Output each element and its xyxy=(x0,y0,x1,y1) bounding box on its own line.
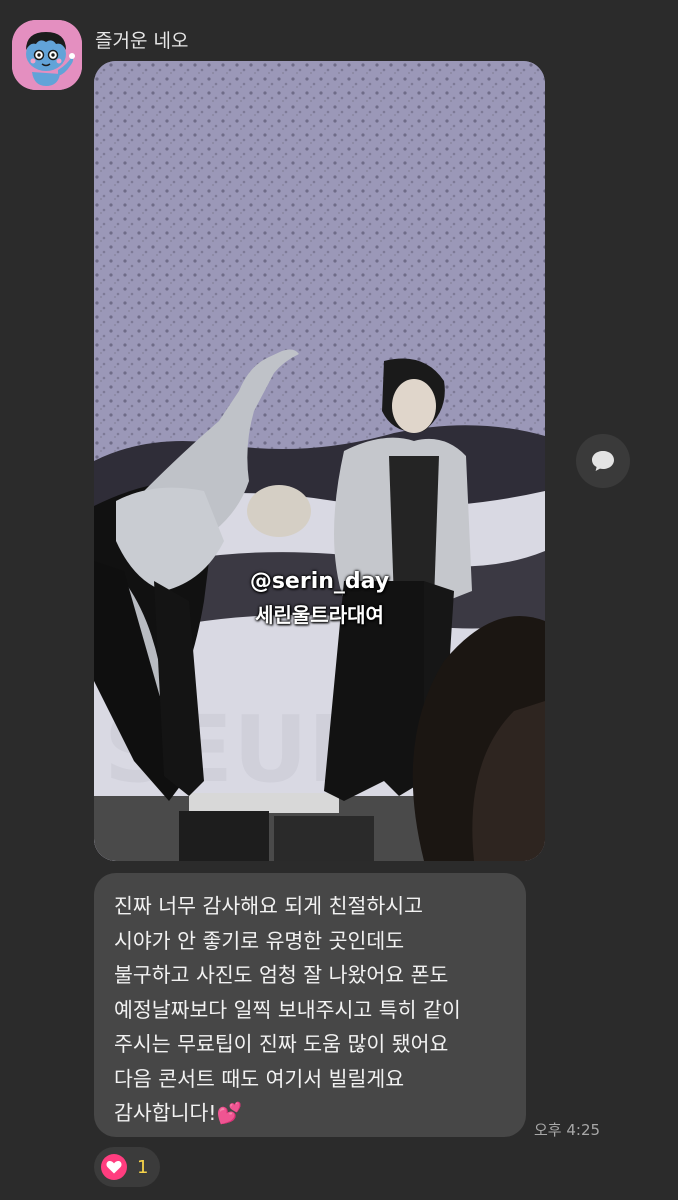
chat-screen: 즐거운 네오 SEUNG @serin_day 세린울트라대여 진짜 너무 감사… xyxy=(0,0,678,1200)
message-timestamp: 오후 4:25 xyxy=(534,1121,601,1139)
message-line: 주시는 무료팁이 진짜 도움 많이 됐어요 xyxy=(114,1032,449,1056)
reaction-count: 1 xyxy=(137,1156,149,1178)
reaction-chip[interactable]: 1 xyxy=(94,1147,160,1187)
message-line: 감사합니다!💕 xyxy=(114,1101,243,1125)
photo-watermark-handle: @serin_day xyxy=(249,569,390,594)
share-button[interactable] xyxy=(576,434,630,488)
message-text-bubble[interactable]: 진짜 너무 감사해요 되게 친절하시고 시야가 안 좋기로 유명한 곳인데도 불… xyxy=(94,873,526,1137)
message-line: 예정날짜보다 일찍 보내주시고 특히 같이 xyxy=(114,997,461,1022)
heart-icon xyxy=(101,1154,127,1180)
speech-bubble-icon xyxy=(592,451,614,471)
sender-name: 즐거운 네오 xyxy=(95,30,189,52)
message-line: 불구하고 사진도 엄청 잘 나왔어요 폰도 xyxy=(114,963,449,987)
photo-watermark-name: 세린울트라대여 xyxy=(255,603,384,627)
neo-character-icon xyxy=(12,20,82,90)
message-photo[interactable]: SEUNG @serin_day 세린울트라대여 xyxy=(94,61,545,861)
concert-photo: SEUNG xyxy=(94,61,545,861)
message-line: 진짜 너무 감사해요 되게 친절하시고 xyxy=(114,894,423,918)
sender-avatar[interactable] xyxy=(12,20,82,90)
message-line: 다음 콘서트 때도 여기서 빌릴게요 xyxy=(114,1066,405,1091)
message-line: 시야가 안 좋기로 유명한 곳인데도 xyxy=(114,928,405,953)
